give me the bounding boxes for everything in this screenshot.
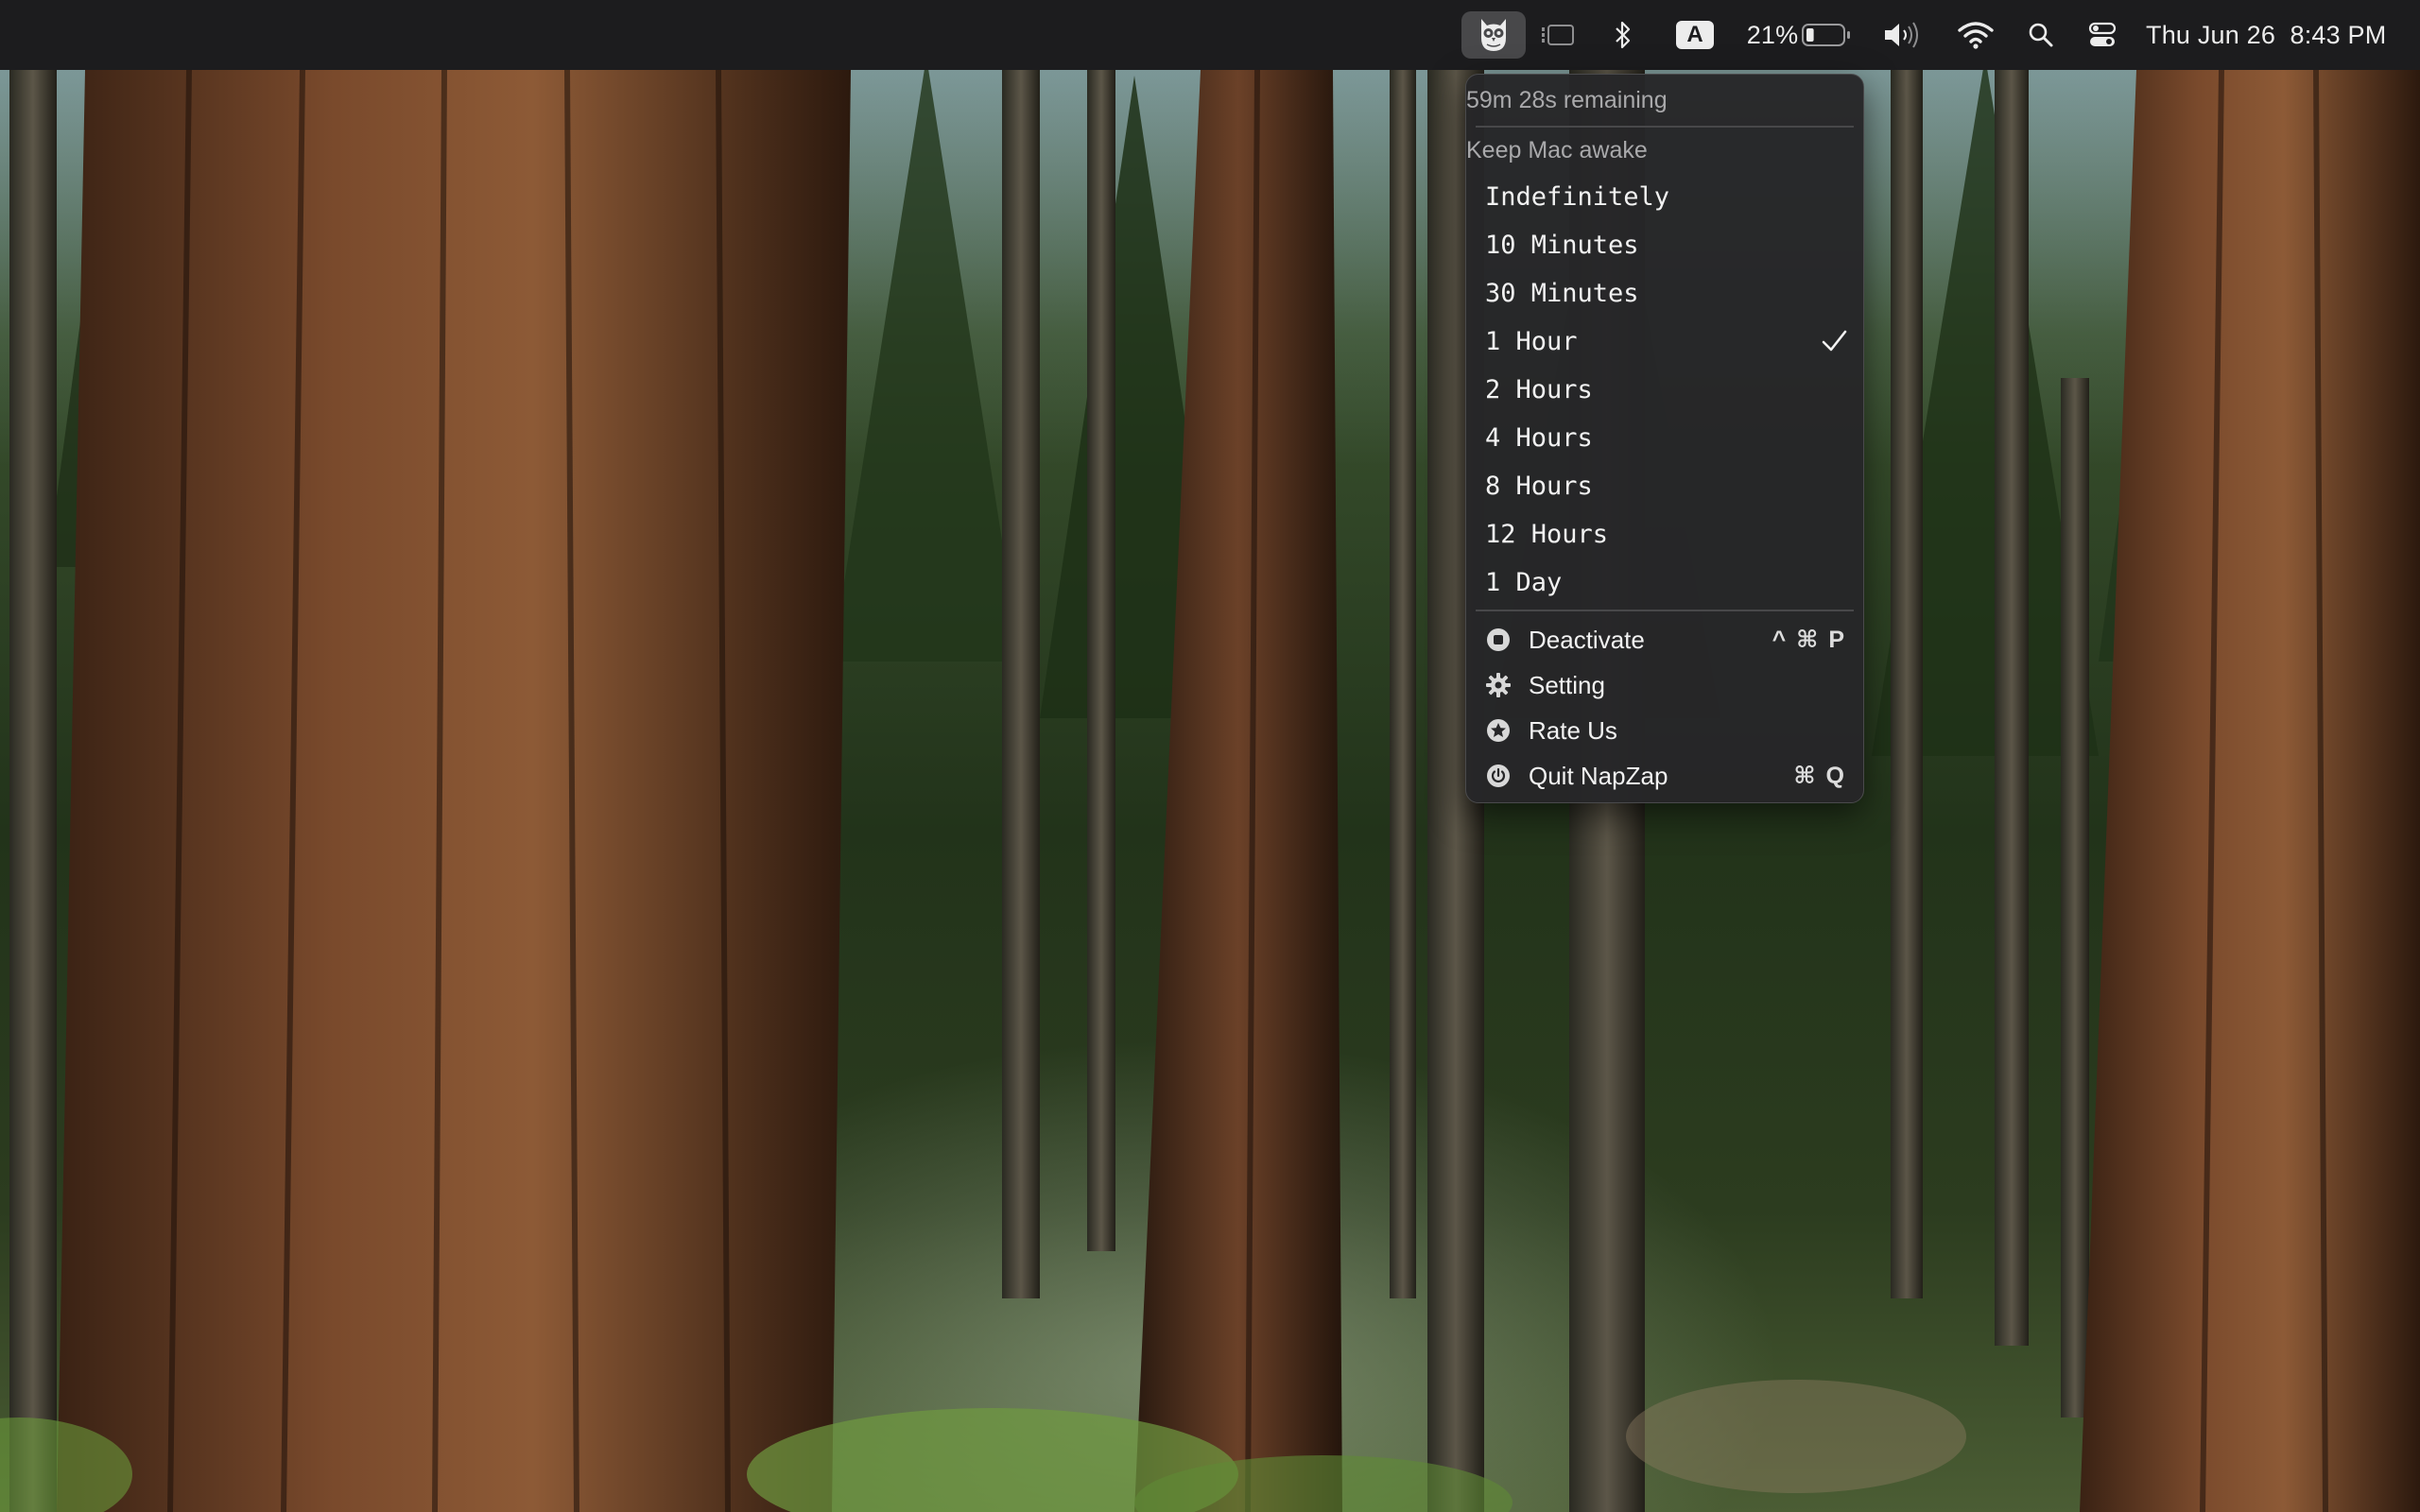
owl-icon	[1481, 19, 1506, 51]
power-icon	[1485, 763, 1512, 789]
volume-item[interactable]	[1881, 0, 1923, 70]
remaining-time-status: 59m 28s remaining	[1466, 86, 1668, 113]
menu-item-label: Deactivate	[1529, 625, 1645, 654]
napzap-menu-extra[interactable]	[1461, 11, 1526, 59]
checkmark-icon	[1822, 330, 1847, 352]
stop-circle-icon	[1485, 627, 1512, 653]
duration-option-4-hours[interactable]: 4 Hours	[1472, 414, 1858, 462]
menu-item-rate-us[interactable]: Rate Us	[1472, 708, 1858, 753]
napzap-dropdown-menu: 59m 28s remaining Keep Mac awake Indefin…	[1465, 74, 1864, 803]
star-circle-icon	[1485, 717, 1512, 744]
battery-item[interactable]	[1800, 0, 1853, 70]
duration-option-12-hours[interactable]: 12 Hours	[1472, 510, 1858, 558]
forest-image	[0, 57, 2420, 1512]
duration-option-label: 2 Hours	[1485, 375, 1593, 404]
duration-option-label: 1 Day	[1485, 568, 1563, 597]
duration-option-30-minutes[interactable]: 30 Minutes	[1472, 269, 1858, 318]
duration-option-2-hours[interactable]: 2 Hours	[1472, 366, 1858, 414]
sidebar-icon	[1542, 25, 1574, 45]
duration-option-label: 10 Minutes	[1485, 231, 1639, 260]
duration-option-label: 12 Hours	[1485, 520, 1609, 549]
wifi-icon	[1958, 22, 1994, 49]
clock[interactable]: Thu Jun 26 8:43 PM	[2146, 0, 2392, 70]
menu-item-deactivate[interactable]: Deactivate ^ ⌘ P	[1472, 617, 1858, 662]
input-source-item[interactable]: A	[1673, 0, 1717, 70]
bluetooth-item[interactable]	[1607, 0, 1639, 70]
wifi-item[interactable]	[1955, 0, 1996, 70]
desktop-wallpaper	[0, 0, 2420, 1512]
battery-percent: 21%	[1746, 20, 1799, 49]
duration-option-label: 4 Hours	[1485, 423, 1593, 453]
menu-separator	[1476, 126, 1854, 128]
gear-icon	[1485, 672, 1512, 698]
menu-item-setting[interactable]: Setting	[1472, 662, 1858, 708]
duration-option-label: 8 Hours	[1485, 472, 1593, 501]
search-icon	[2029, 23, 2053, 47]
duration-option-label: 30 Minutes	[1485, 279, 1639, 308]
control-center-item[interactable]	[2085, 0, 2119, 70]
keyboard-shortcut: ^ ⌘ P	[1772, 627, 1846, 653]
section-header-keep-awake: Keep Mac awake	[1466, 136, 1648, 163]
duration-option-indefinitely[interactable]: Indefinitely	[1472, 173, 1858, 221]
menu-item-label: Setting	[1529, 670, 1605, 699]
menu-item-quit-napzap[interactable]: Quit NapZap ⌘ Q	[1472, 753, 1858, 799]
menu-item-label: Quit NapZap	[1529, 761, 1668, 790]
duration-option-8-hours[interactable]: 8 Hours	[1472, 462, 1858, 510]
stage-manager-item[interactable]	[1539, 0, 1577, 70]
menu-item-label: Rate Us	[1529, 715, 1617, 745]
duration-option-label: Indefinitely	[1485, 182, 1670, 212]
duration-option-10-minutes[interactable]: 10 Minutes	[1472, 221, 1858, 269]
duration-option-1-hour[interactable]: 1 Hour	[1472, 318, 1858, 366]
battery-icon	[1802, 24, 1850, 46]
duration-option-label: 1 Hour	[1485, 327, 1578, 356]
menu-separator	[1476, 610, 1854, 611]
control-center-icon	[2088, 22, 2117, 46]
keyboard-shortcut: ⌘ Q	[1793, 763, 1846, 789]
spotlight-item[interactable]	[2025, 0, 2057, 70]
speaker-icon	[1885, 22, 1918, 48]
input-source-badge: A	[1676, 21, 1714, 49]
duration-option-1-day[interactable]: 1 Day	[1472, 558, 1858, 607]
menu-bar: A 21% Thu Jun 26 8:43 PM	[0, 0, 2420, 70]
bluetooth-icon	[1616, 21, 1631, 49]
